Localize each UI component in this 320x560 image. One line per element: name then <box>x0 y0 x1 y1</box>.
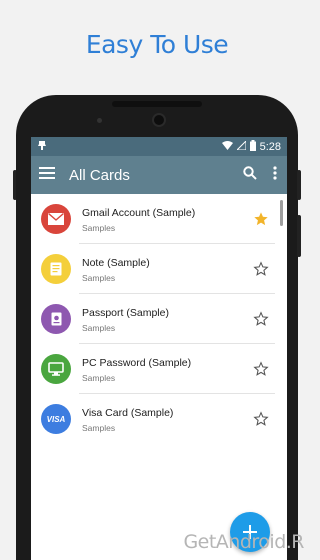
overflow-menu-icon[interactable] <box>273 165 277 185</box>
watermark: GetAndroid.R <box>183 531 304 553</box>
phone-volume-button <box>297 215 301 257</box>
wifi-icon <box>221 140 233 153</box>
card-category: Samples <box>82 322 116 333</box>
cards-list: Gmail Account (Sample) Samples Note (Sam… <box>31 194 287 560</box>
card-title: Visa Card (Sample) <box>82 406 174 419</box>
signal-icon <box>235 139 247 153</box>
status-time: 5:28 <box>259 140 281 153</box>
star-outline-icon[interactable] <box>253 261 269 277</box>
envelope-icon <box>41 204 71 234</box>
list-item-visa[interactable]: VISA Visa Card (Sample) Samples <box>31 394 287 444</box>
star-filled-icon[interactable] <box>253 211 269 227</box>
star-outline-icon[interactable] <box>253 361 269 377</box>
star-outline-icon[interactable] <box>253 411 269 427</box>
phone-power-button <box>297 170 301 200</box>
monitor-icon <box>41 354 71 384</box>
list-item-note[interactable]: Note (Sample) Samples <box>31 244 287 294</box>
card-category: Samples <box>82 222 116 233</box>
list-item-gmail[interactable]: Gmail Account (Sample) Samples <box>31 194 287 244</box>
card-category: Samples <box>82 422 116 433</box>
phone-sensor <box>97 118 102 123</box>
card-category: Samples <box>82 372 116 383</box>
toolbar: All Cards <box>31 156 287 194</box>
visa-icon: VISA <box>41 404 71 434</box>
star-outline-icon[interactable] <box>253 311 269 327</box>
status-bar: 5:28 <box>31 137 287 156</box>
phone-camera <box>152 113 166 127</box>
toolbar-title: All Cards <box>69 166 130 184</box>
card-title: Passport (Sample) <box>82 306 169 319</box>
app-screen: 5:28 All Cards Gmail Account (Sample) Sa… <box>31 137 287 560</box>
battery-icon <box>249 139 256 154</box>
menu-icon[interactable] <box>39 166 55 184</box>
passport-icon <box>41 304 71 334</box>
card-title: PC Password (Sample) <box>82 356 192 369</box>
card-title: Gmail Account (Sample) <box>82 206 196 219</box>
notification-icon <box>37 140 47 154</box>
headline: Easy To Use <box>85 30 229 59</box>
list-item-passport[interactable]: Passport (Sample) Samples <box>31 294 287 344</box>
note-icon <box>41 254 71 284</box>
visa-logo-text: VISA <box>46 414 66 424</box>
card-title: Note (Sample) <box>82 256 150 269</box>
list-item-pc-password[interactable]: PC Password (Sample) Samples <box>31 344 287 394</box>
card-category: Samples <box>82 272 116 283</box>
search-icon[interactable] <box>243 165 257 185</box>
phone-speaker <box>112 101 202 107</box>
